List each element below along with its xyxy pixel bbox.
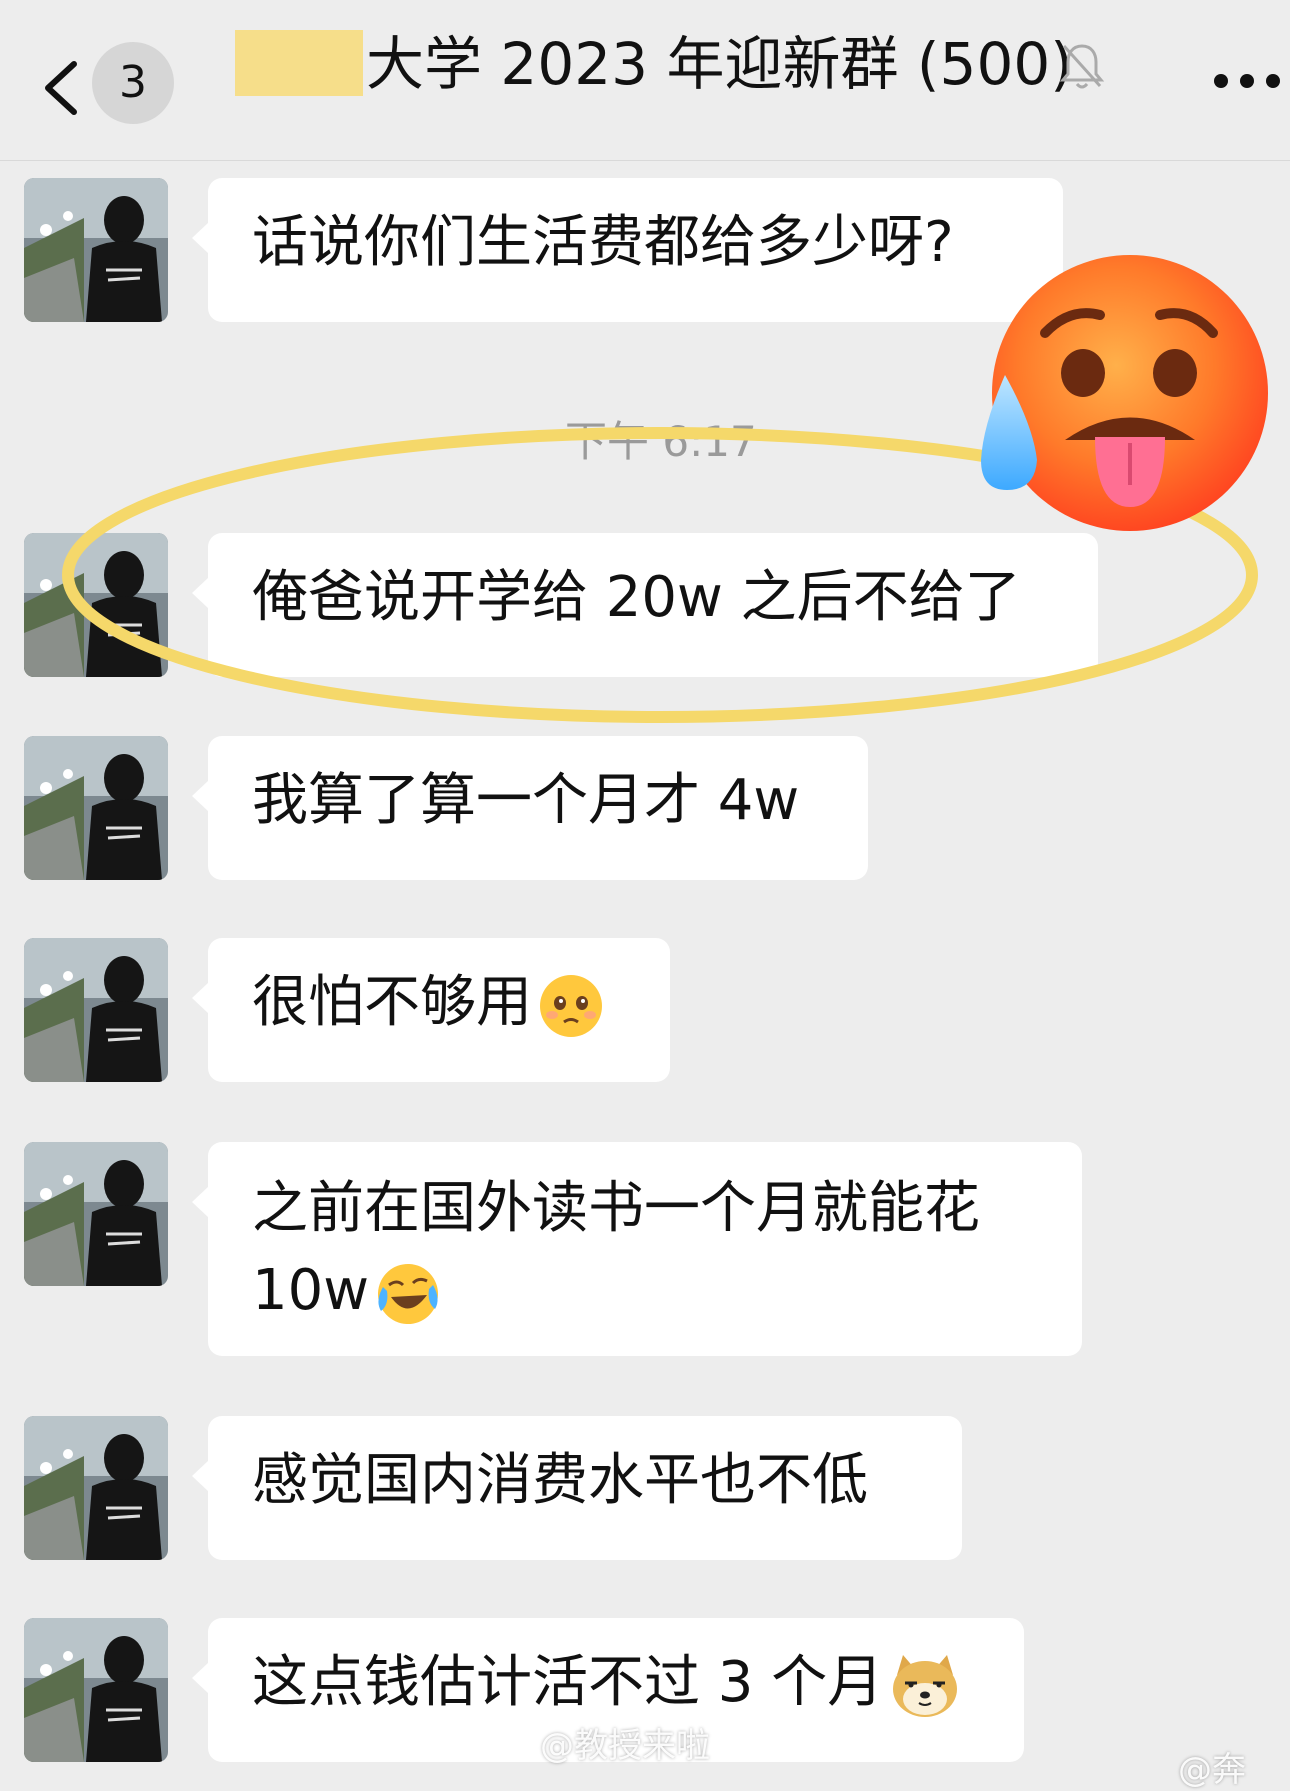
message-text: 这点钱估计活不过 3 个月 (252, 1650, 884, 1715)
laughing-crying-face-icon (378, 1263, 439, 1324)
hot-face-emoji-icon (981, 255, 1268, 531)
bell-muted-icon (1059, 44, 1105, 89)
chat-header: 3 大学 2023 年迎新群 (500) (0, 0, 1290, 161)
watermark: @教授来啦 (540, 1726, 710, 1766)
chevron-left-icon[interactable] (38, 58, 82, 118)
message-text: 感觉国内消费水平也不低 (252, 1448, 868, 1513)
chat-title: 大学 2023 年迎新群 (500) (366, 30, 1073, 98)
message-text-line: 10w (252, 1258, 370, 1323)
sender-avatar[interactable] (24, 1618, 168, 1762)
message-bubble[interactable]: 话说你们生活费都给多少呀? (192, 178, 1063, 322)
unread-count-badge[interactable]: 3 (92, 42, 174, 124)
sender-avatar[interactable] (24, 736, 168, 880)
sender-avatar[interactable] (24, 938, 168, 1082)
message-bubble[interactable]: 之前在国外读书一个月就能花 10w (192, 1142, 1082, 1356)
message-text: 话说你们生活费都给多少呀? (252, 210, 954, 275)
watermark-corner: @奔 (1178, 1750, 1246, 1790)
sender-avatar[interactable] (24, 178, 168, 322)
more-icon[interactable] (1212, 70, 1282, 92)
redacted-university-name (235, 30, 363, 96)
message-text: 很怕不够用 (252, 970, 532, 1035)
sender-avatar[interactable] (24, 1416, 168, 1560)
message-bubble[interactable]: 很怕不够用 (192, 938, 670, 1082)
message-text-line: 之前在国外读书一个月就能花 (252, 1176, 980, 1241)
message-text: 我算了算一个月才 4w (252, 768, 800, 833)
message-bubble[interactable]: 感觉国内消费水平也不低 (192, 1416, 962, 1560)
pleading-face-icon (540, 974, 602, 1037)
doge-icon (893, 1654, 958, 1717)
sender-avatar[interactable] (24, 1142, 168, 1286)
message-bubble[interactable]: 我算了算一个月才 4w (192, 736, 868, 880)
